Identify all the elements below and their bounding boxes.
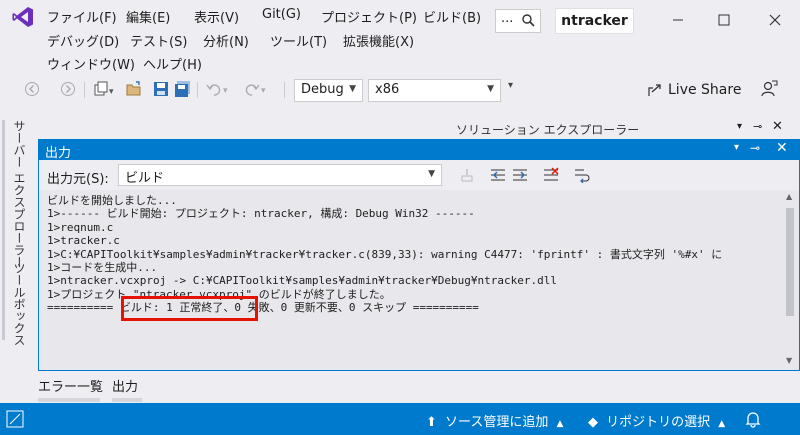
scroll-down-icon[interactable]: ▼	[786, 356, 792, 365]
redo-icon[interactable]: ▾	[244, 81, 270, 101]
close-button[interactable]	[765, 10, 785, 30]
output-line: 1>ntracker.vcxproj -> C:¥CAPIToolkit¥sam…	[47, 274, 557, 288]
chevron-down-icon: ▼	[428, 169, 435, 179]
save-icon[interactable]	[153, 81, 169, 101]
bottom-tab-error-list[interactable]: エラー一覧	[38, 376, 103, 396]
config-value: Debug	[301, 82, 344, 97]
scroll-up-icon[interactable]: ▲	[786, 192, 792, 201]
side-tab-toolbox[interactable]: ツールボックス	[11, 262, 28, 346]
output-line: 1>C:¥CAPIToolkit¥samples¥admin¥tracker¥t…	[47, 247, 723, 261]
new-project-icon[interactable]: ▾	[94, 81, 116, 101]
menu-build[interactable]: ビルド(B)	[423, 7, 481, 26]
find-message-icon[interactable]	[459, 167, 475, 187]
menu-extensions[interactable]: 拡張機能(X)	[343, 31, 414, 50]
output-title: 出力	[45, 146, 72, 161]
menu-window[interactable]: ウィンドウ(W)	[47, 54, 135, 73]
output-source-dropdown[interactable]: ビルド ▼	[118, 164, 442, 186]
menu-file[interactable]: ファイル(F)	[47, 7, 117, 26]
notification-area-icon[interactable]	[6, 410, 24, 432]
output-line: 1>reqnum.c	[47, 220, 114, 234]
save-all-icon[interactable]	[174, 81, 192, 101]
undo-icon[interactable]: ▾	[206, 81, 232, 101]
git-diamond-icon: ◆	[588, 415, 598, 430]
platform-dropdown[interactable]: x86 ▼	[368, 79, 501, 102]
side-tab-server-explorer[interactable]: サーバー エクスプローラー	[11, 120, 28, 268]
menu-help[interactable]: ヘルプ(H)	[143, 54, 202, 73]
output-text-area[interactable]: ビルドを開始しました... 1>------ ビルド開始: プロジェクト: nt…	[39, 190, 781, 370]
output-line: 1>コードを生成中...	[47, 261, 158, 275]
output-window: 出力 ▾ ⊸ ✕ 出力元(S): ビルド ▼ ビルドを開始しました... 1>-	[38, 139, 800, 371]
config-dropdown[interactable]: Debug ▼	[294, 79, 363, 102]
output-close-icon[interactable]: ✕	[776, 140, 788, 156]
live-share-icon	[647, 82, 663, 102]
solution-explorer-header[interactable]: ソリューション エクスプローラー ▾ ⊸ ✕	[450, 119, 785, 139]
output-line: 1>------ ビルド開始: プロジェクト: ntracker, 構成: De…	[47, 207, 475, 221]
highlight-box	[121, 296, 258, 321]
minimize-button[interactable]	[668, 10, 688, 30]
close-icon[interactable]: ✕	[772, 119, 783, 134]
chevron-down-icon: ▼	[487, 84, 494, 94]
open-folder-icon[interactable]	[126, 81, 142, 101]
prev-message-icon[interactable]	[490, 167, 506, 187]
output-source-value: ビルド	[125, 171, 165, 186]
visual-studio-logo-icon	[12, 6, 34, 28]
platform-value: x86	[375, 82, 400, 97]
menu-git[interactable]: Git(G)	[262, 7, 301, 22]
pin-icon[interactable]: ⊸	[753, 120, 762, 133]
toolbar-overflow-icon[interactable]: ▾	[508, 80, 513, 91]
output-dropdown-icon[interactable]: ▾	[734, 142, 739, 153]
forward-icon[interactable]	[60, 81, 76, 101]
feedback-icon[interactable]	[760, 80, 778, 102]
source-control-label: ソース管理に追加	[445, 415, 549, 430]
output-title-bar: 出力 ▾ ⊸ ✕	[39, 140, 799, 161]
repository-label: リポジトリの選択	[606, 415, 711, 430]
search-box[interactable]: ...	[495, 9, 541, 33]
chevron-up-icon: ▲	[718, 419, 726, 429]
source-control-button[interactable]: ⬆ ソース管理に追加 ▲	[426, 411, 563, 430]
svg-text:▾: ▾	[223, 86, 228, 96]
menu-view[interactable]: 表示(V)	[194, 7, 239, 26]
scroll-thumb[interactable]	[786, 208, 794, 316]
solution-explorer-title: ソリューション エクスプローラー	[456, 123, 640, 137]
search-placeholder: ...	[501, 11, 514, 26]
word-wrap-icon[interactable]	[574, 167, 590, 187]
maximize-button[interactable]	[714, 10, 734, 30]
svg-text:▾: ▾	[261, 86, 266, 96]
live-share-label: Live Share	[668, 82, 742, 98]
bottom-tab-label: エラー一覧	[38, 380, 104, 395]
vertical-scrollbar[interactable]: ▲ ▼	[781, 190, 799, 370]
menu-edit[interactable]: 編集(E)	[126, 7, 170, 26]
svg-text:▾: ▾	[109, 87, 114, 97]
output-pin-icon[interactable]: ⊸	[750, 141, 760, 155]
bottom-tab-output[interactable]: 出力	[112, 376, 138, 396]
output-line: 1>tracker.c	[47, 234, 120, 248]
bottom-tab-underline-2	[112, 398, 142, 402]
dropdown-icon[interactable]: ▾	[737, 121, 742, 132]
chevron-down-icon: ▼	[349, 84, 356, 94]
back-icon[interactable]	[24, 81, 40, 101]
menu-analyze[interactable]: 分析(N)	[203, 31, 249, 50]
output-line: ビルドを開始しました...	[47, 194, 177, 207]
up-arrow-icon: ⬆	[426, 415, 437, 430]
output-source-label: 出力元(S):	[47, 172, 109, 187]
menu-tools[interactable]: ツール(T)	[270, 31, 327, 50]
menu-debug[interactable]: デバッグ(D)	[47, 31, 119, 50]
notification-bell-icon[interactable]	[745, 410, 761, 432]
menu-project[interactable]: プロジェクト(P)	[321, 7, 417, 26]
menu-test[interactable]: テスト(S)	[130, 31, 187, 50]
output-toolbar: 出力元(S): ビルド ▼	[39, 160, 799, 190]
search-icon	[522, 14, 535, 31]
left-tab-indicator	[2, 120, 5, 340]
solution-name-badge: ntracker	[555, 8, 634, 34]
bottom-tab-label: 出力	[112, 380, 139, 395]
bottom-tab-underline-1	[38, 398, 100, 402]
repository-button[interactable]: ◆ リポジトリの選択 ▲	[588, 411, 725, 430]
chevron-up-icon: ▲	[556, 419, 564, 429]
next-message-icon[interactable]	[512, 167, 528, 187]
clear-all-icon[interactable]	[543, 167, 559, 187]
